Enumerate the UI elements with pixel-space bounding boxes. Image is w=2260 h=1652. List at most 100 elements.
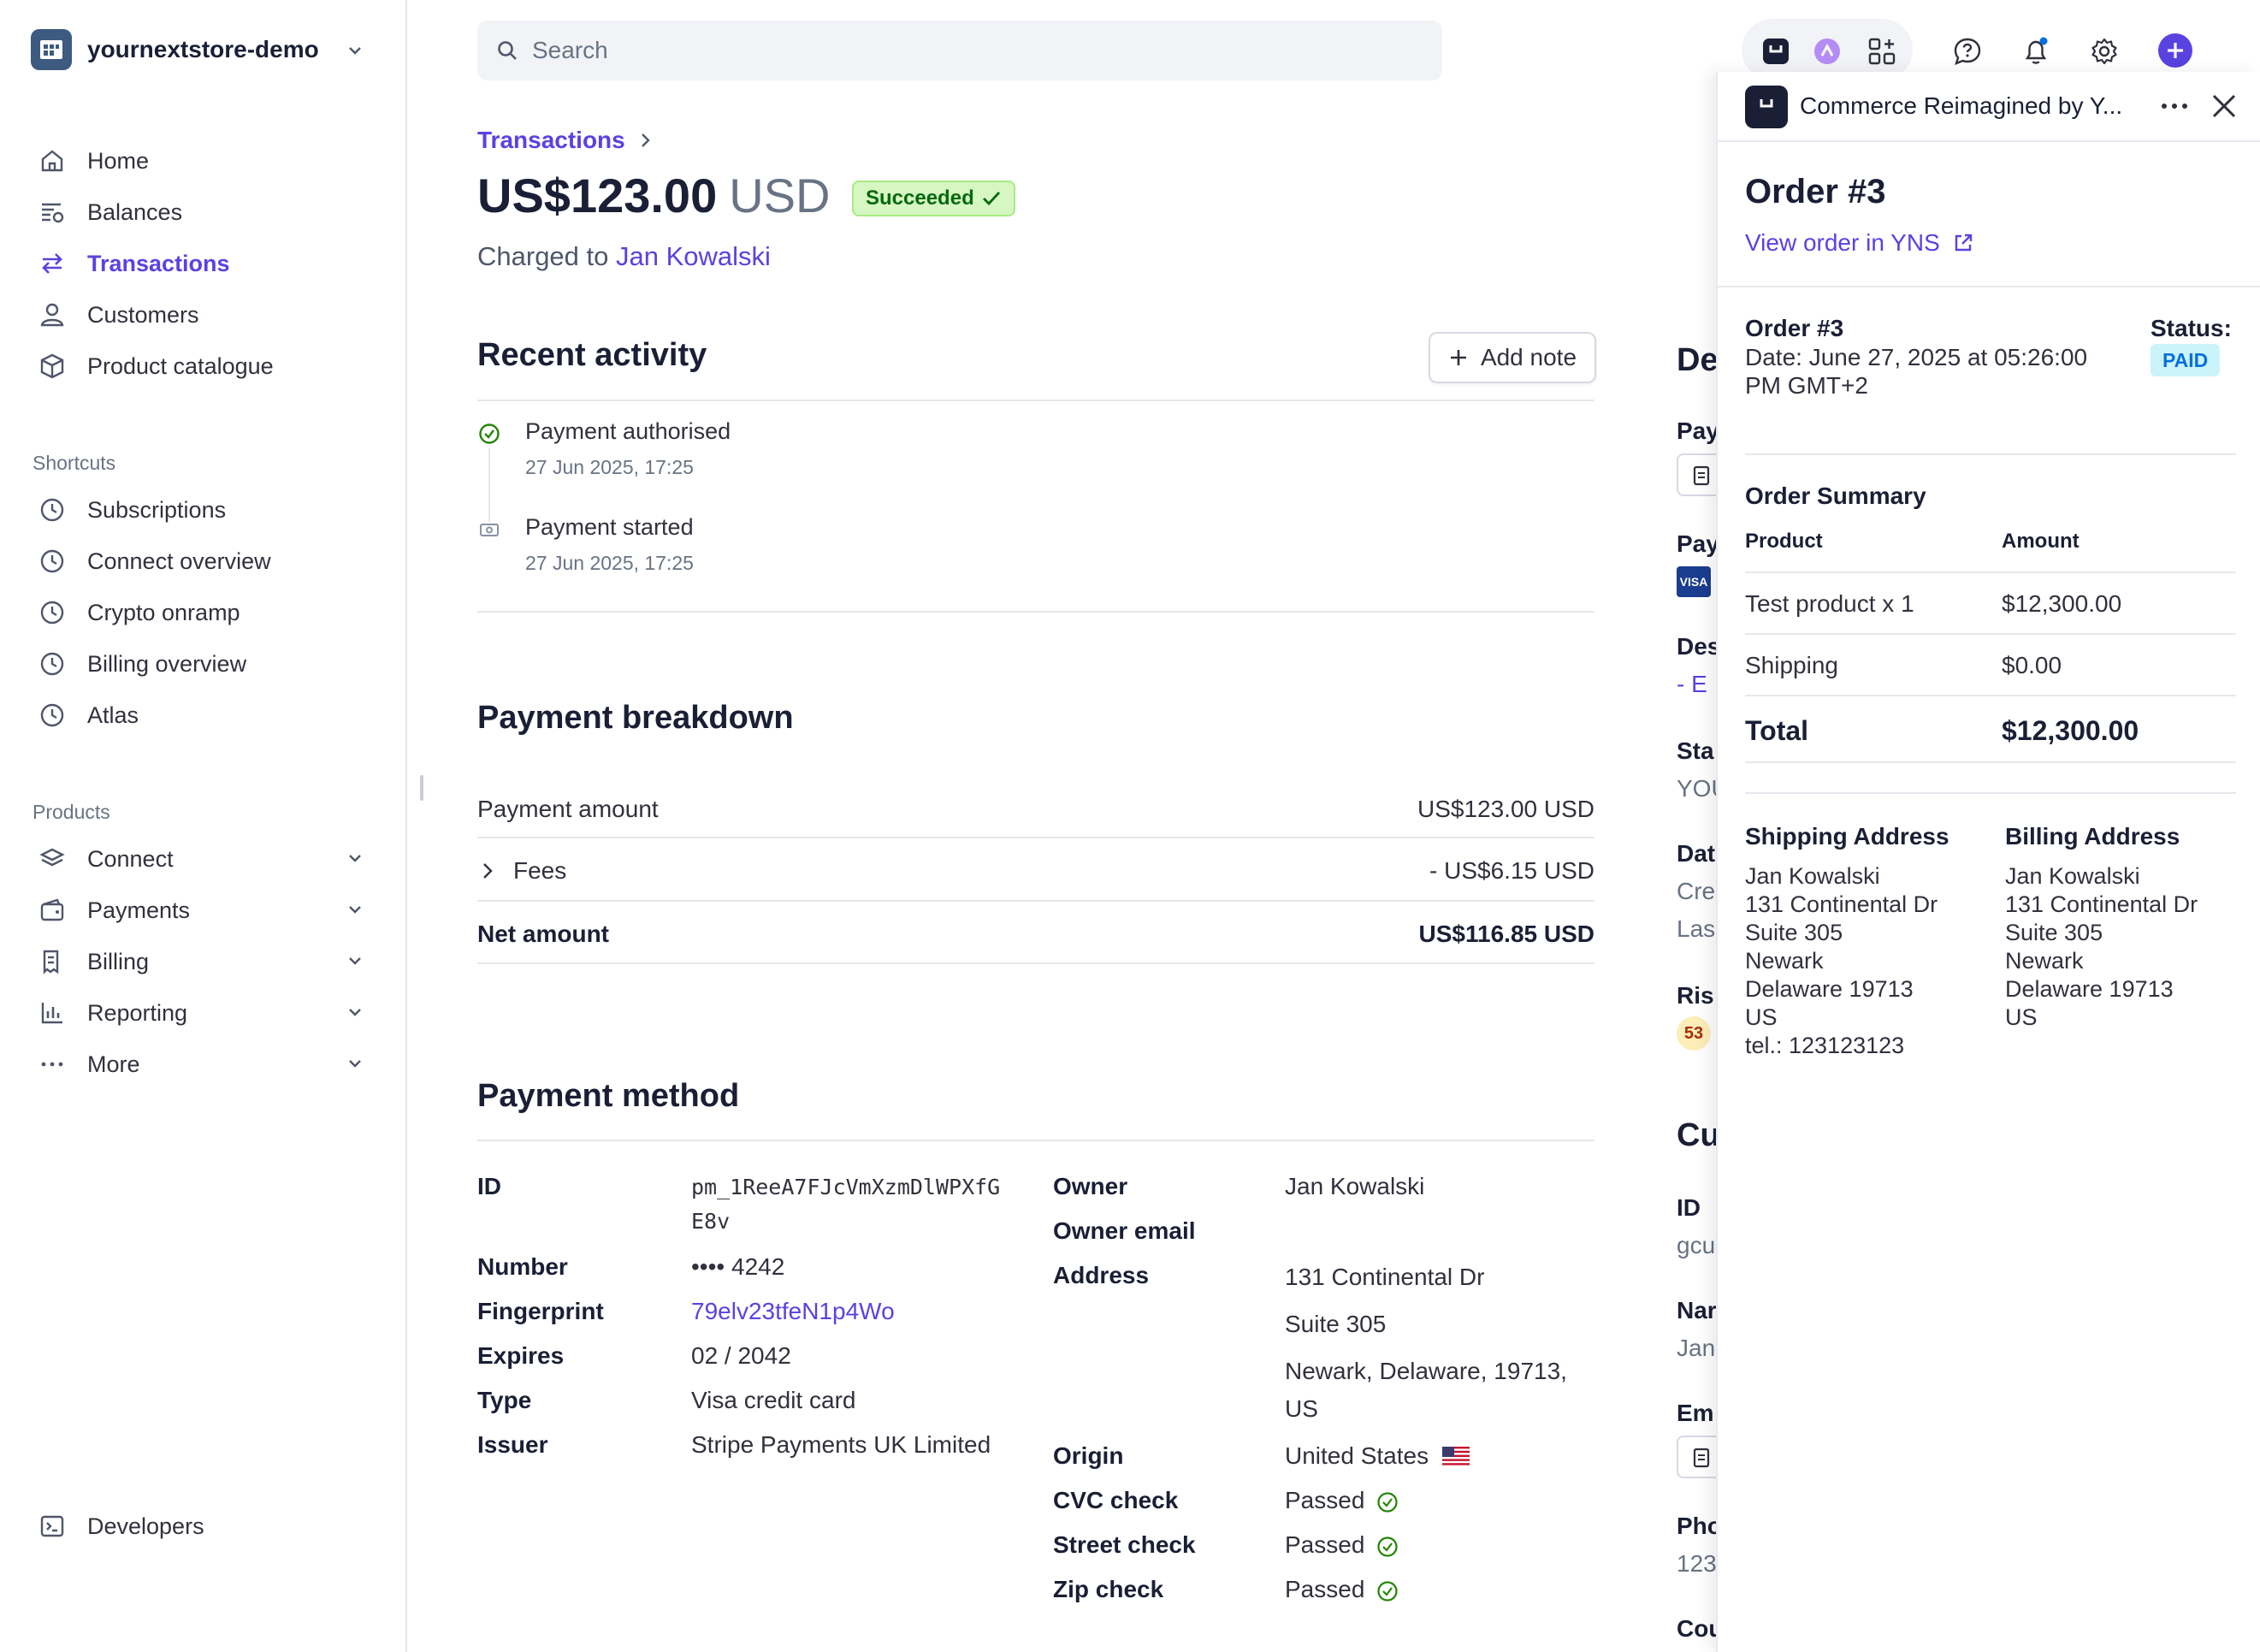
sidebar-item-connect[interactable]: Connect: [36, 840, 378, 878]
peek-label: ID: [1677, 1194, 1701, 1221]
peek-link-text[interactable]: - E: [1677, 671, 1707, 697]
sidebar-item-developers[interactable]: Developers: [36, 1507, 378, 1545]
app-launcher-store-icon[interactable]: [1759, 34, 1793, 68]
address-line: Jan Kowalski: [2005, 863, 2140, 889]
customer-id-link[interactable]: gcu: [1677, 1232, 1715, 1259]
search-icon: [498, 41, 517, 60]
add-note-label: Add note: [1480, 344, 1577, 370]
pm-fingerprint-link[interactable]: 79elv23tfeN1p4Wo: [691, 1298, 895, 1325]
breadcrumb-transactions[interactable]: Transactions: [477, 127, 625, 154]
account-name: yournextstore-demo: [87, 36, 319, 62]
more-options-icon[interactable]: [2159, 99, 2190, 113]
shortcut-billing-overview[interactable]: Billing overview: [36, 645, 378, 683]
panel-header: Commerce Reimagined by Y...: [1718, 72, 2260, 142]
breakdown-row-fees[interactable]: Fees - US$6.15 USD: [477, 857, 1594, 885]
shortcut-crypto-onramp[interactable]: Crypto onramp: [36, 594, 378, 631]
shortcut-connect-overview[interactable]: Connect overview: [36, 542, 378, 580]
chevron-down-icon[interactable]: [346, 849, 364, 867]
check-result: Passed: [1285, 1531, 1365, 1558]
address-line: Newark: [2005, 948, 2084, 974]
pm-origin-text: United States: [1285, 1442, 1429, 1469]
order-item-amount: $12,300.00: [2002, 590, 2122, 617]
close-icon[interactable]: [2210, 92, 2238, 120]
pm-cvc-label: CVC check: [1053, 1487, 1179, 1513]
breadcrumb[interactable]: Transactions: [477, 127, 653, 154]
check-result: Passed: [1285, 1576, 1365, 1602]
chevron-down-icon[interactable]: [346, 1003, 364, 1021]
address-line: Delaware 19713: [1745, 976, 1914, 1002]
peek-label: Des: [1677, 633, 1721, 660]
add-note-button[interactable]: Add note: [1429, 332, 1596, 383]
order-title: Order #3: [1745, 173, 1886, 210]
divider: [477, 900, 1594, 902]
billing-icon: [36, 945, 68, 978]
peek-label: Pay: [1677, 530, 1719, 557]
pm-owner-value: Jan Kowalski: [1285, 1173, 1425, 1199]
chevron-down-icon[interactable]: [346, 41, 364, 60]
notifications-bell-icon[interactable]: [2019, 34, 2053, 68]
activity-item-title: Payment authorised: [525, 418, 731, 444]
sidebar-item-balances[interactable]: Balances: [36, 193, 378, 231]
sidebar-item-reporting[interactable]: Reporting: [36, 994, 378, 1032]
sidebar-resize-handle[interactable]: [420, 775, 423, 801]
app-drawer-panel: Commerce Reimagined by Y... Order #3 Vie…: [1716, 72, 2260, 1652]
check-circle-icon: [1377, 1537, 1399, 1557]
amount-value: US$123.00: [477, 169, 718, 222]
chevron-down-icon[interactable]: [346, 951, 364, 970]
peek-link[interactable]: - E: [1677, 671, 1707, 698]
timeline-line: [488, 448, 490, 522]
sidebar-item-customers[interactable]: Customers: [36, 296, 378, 334]
pm-owner-email-label: Owner email: [1053, 1217, 1196, 1244]
peek-label: Sta: [1677, 737, 1714, 764]
chevron-down-icon[interactable]: [346, 900, 364, 919]
home-icon: [36, 145, 68, 177]
status-label: Succeeded: [866, 187, 974, 210]
settings-gear-icon[interactable]: [2087, 34, 2121, 68]
terminal-icon: [36, 1510, 68, 1542]
peek-label: Dat: [1677, 840, 1716, 867]
sidebar-item-more[interactable]: More: [36, 1045, 378, 1083]
sidebar-item-billing[interactable]: Billing: [36, 943, 378, 980]
pm-expires-value: 02 / 2042: [691, 1342, 791, 1369]
sidebar-item-transactions[interactable]: Transactions: [36, 245, 378, 282]
customers-icon: [36, 299, 68, 331]
help-icon[interactable]: [1950, 34, 1985, 68]
peek-value: Las: [1677, 915, 1716, 942]
divider: [477, 962, 1594, 964]
sidebar-item-payments[interactable]: Payments: [36, 891, 378, 929]
search-input[interactable]: Search: [477, 21, 1442, 80]
pm-type-value: Visa credit card: [691, 1387, 856, 1413]
sidebar-item-home[interactable]: Home: [36, 142, 378, 180]
peek-value: Jan: [1677, 1335, 1716, 1361]
view-order-link[interactable]: View order in YNS: [1745, 229, 1974, 257]
shortcut-atlas[interactable]: Atlas: [36, 696, 378, 734]
address-line: Jan Kowalski: [1745, 863, 1880, 889]
peek-label: Pay: [1677, 417, 1719, 444]
chevron-down-icon[interactable]: [346, 1054, 364, 1073]
payments-icon: [36, 894, 68, 927]
view-order-text[interactable]: View order in YNS: [1745, 229, 1940, 257]
create-plus-icon[interactable]: [2157, 33, 2193, 68]
divider: [1745, 453, 2236, 455]
breakdown-value: - US$6.15 USD: [1429, 857, 1594, 884]
product-catalogue-icon: [36, 350, 68, 382]
pm-id-line: E8v: [691, 1209, 731, 1234]
customer-link[interactable]: Jan Kowalski: [616, 241, 771, 271]
pm-street-value: Passed: [1285, 1531, 1399, 1559]
apps-grid-icon[interactable]: [1865, 34, 1899, 68]
address-line: Suite 305: [1745, 920, 1843, 945]
divider: [1745, 633, 2236, 635]
clipboard-icon: [1693, 465, 1710, 486]
address-line: tel.: 123123123: [1745, 1033, 1905, 1058]
fees-toggle[interactable]: Fees: [477, 857, 566, 885]
sidebar-item-product-catalogue[interactable]: Product catalogue: [36, 347, 378, 385]
reporting-icon: [36, 997, 68, 1029]
address-line: 131 Continental Dr: [2005, 891, 2198, 917]
account-switcher[interactable]: yournextstore-demo: [31, 29, 319, 70]
shortcut-subscriptions[interactable]: Subscriptions: [36, 491, 378, 529]
breakdown-label: Fees: [513, 857, 567, 884]
check-circle-icon: [1377, 1492, 1399, 1513]
address-line: Newark: [1745, 948, 1824, 974]
app-launcher-ai-icon[interactable]: [1810, 34, 1844, 68]
pm-address-line: Newark, Delaware, 19713,: [1285, 1358, 1567, 1384]
